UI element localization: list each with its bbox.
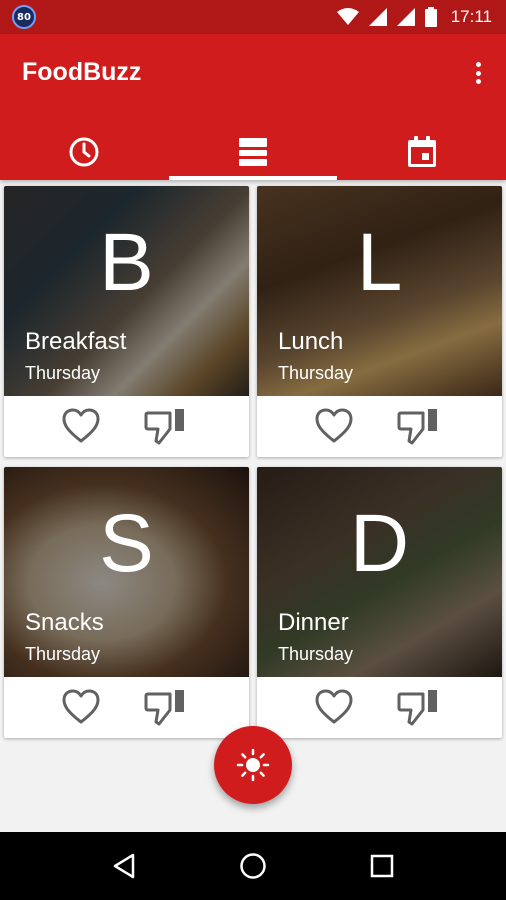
- meal-title: Snacks: [25, 609, 104, 636]
- signal-icon: [368, 8, 387, 26]
- heart-icon[interactable]: [315, 689, 353, 725]
- home-icon: [240, 853, 266, 879]
- clock-icon: [69, 137, 99, 167]
- meal-card-snacks[interactable]: S Snacks Thursday: [4, 467, 249, 738]
- meal-card-lunch[interactable]: L Lunch Thursday: [257, 186, 502, 457]
- meal-image[interactable]: S Snacks Thursday: [4, 467, 249, 677]
- thumb-down-icon[interactable]: [144, 407, 188, 445]
- meal-letter: L: [356, 217, 403, 308]
- meal-letter: S: [99, 498, 154, 589]
- meal-day: Thursday: [25, 644, 101, 664]
- meal-title: Lunch: [278, 328, 344, 355]
- heart-icon[interactable]: [62, 689, 100, 725]
- wifi-icon: [336, 8, 359, 25]
- recents-button[interactable]: [362, 846, 402, 886]
- meal-letter: D: [349, 498, 410, 589]
- meal-letter: B: [99, 217, 154, 308]
- meal-day: Thursday: [278, 363, 354, 383]
- meal-title: Breakfast: [25, 328, 127, 355]
- back-icon: [114, 853, 135, 879]
- app-bar: FoodBuzz: [0, 34, 506, 180]
- tab-calendar[interactable]: [337, 124, 506, 180]
- calendar-icon: [407, 136, 436, 167]
- heart-icon[interactable]: [315, 408, 353, 444]
- card-actions: [257, 677, 502, 738]
- battery-icon: [424, 7, 437, 27]
- clock-time: 17:11: [450, 7, 492, 26]
- meal-card-breakfast[interactable]: B Breakfast Thursday: [4, 186, 249, 457]
- status-bar: 80 17:11: [0, 0, 506, 34]
- notification-badge: 80: [12, 5, 36, 29]
- meal-image[interactable]: L Lunch Thursday: [257, 186, 502, 396]
- tab-history[interactable]: [0, 124, 169, 180]
- thumb-down-icon[interactable]: [144, 688, 188, 726]
- app-title: FoodBuzz: [22, 58, 142, 86]
- thumb-down-icon[interactable]: [397, 407, 441, 445]
- meal-card-dinner[interactable]: D Dinner Thursday: [257, 467, 502, 738]
- home-button[interactable]: [233, 846, 273, 886]
- thumb-down-icon[interactable]: [397, 688, 441, 726]
- system-nav-bar: [0, 832, 506, 900]
- view-list-icon: [239, 138, 267, 166]
- heart-icon[interactable]: [62, 408, 100, 444]
- brightness-icon: [236, 748, 270, 782]
- meal-day: Thursday: [25, 363, 101, 383]
- meal-image[interactable]: D Dinner Thursday: [257, 467, 502, 677]
- tab-meals[interactable]: [168, 124, 338, 180]
- recents-icon: [370, 854, 393, 878]
- brightness-fab[interactable]: [214, 726, 292, 804]
- more-vert-icon[interactable]: [470, 58, 486, 88]
- card-actions: [4, 677, 249, 738]
- status-icons: 17:11: [336, 4, 492, 30]
- card-actions: [4, 396, 249, 457]
- back-button[interactable]: [104, 846, 144, 886]
- meal-image[interactable]: B Breakfast Thursday: [4, 186, 249, 396]
- tab-bar: [0, 124, 506, 180]
- meal-day: Thursday: [278, 644, 354, 664]
- signal-icon: [396, 8, 415, 26]
- meal-title: Dinner: [278, 609, 349, 636]
- card-actions: [257, 396, 502, 457]
